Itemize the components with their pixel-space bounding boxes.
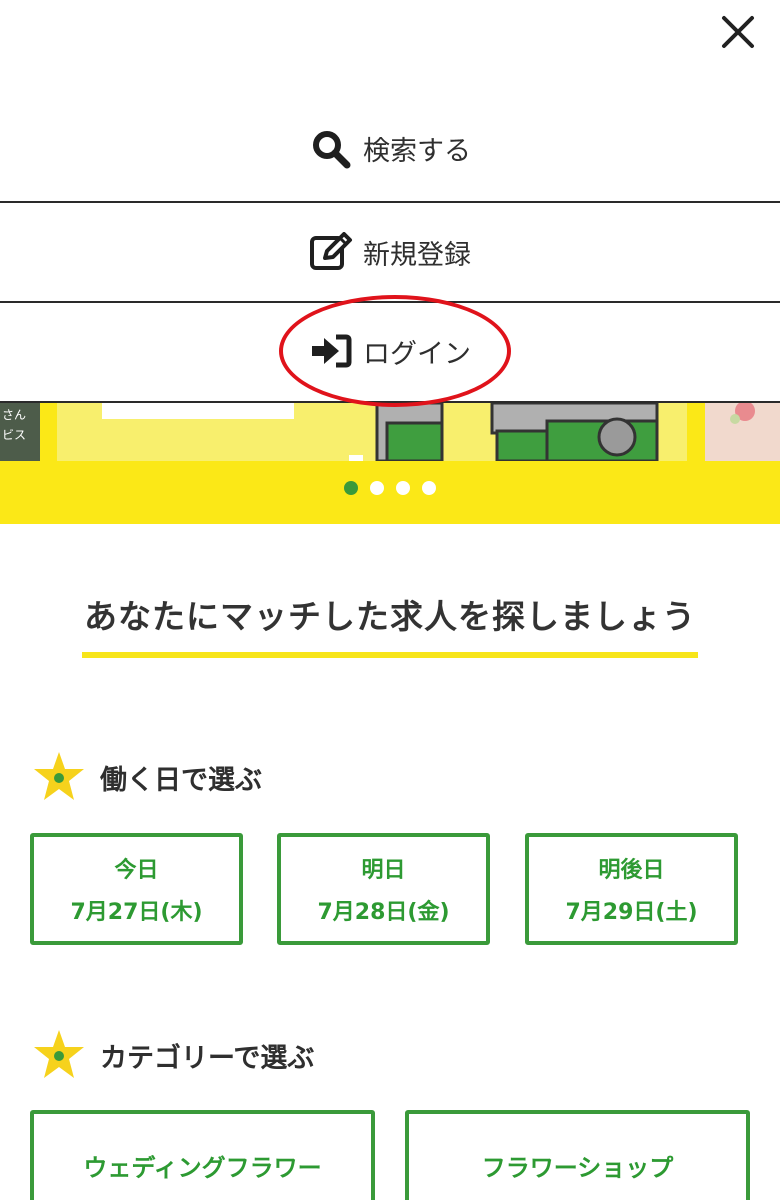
- login-menu-item[interactable]: ログイン: [0, 301, 780, 403]
- page-headline: あなたにマッチした求人を探しましょう: [0, 590, 780, 658]
- banner-prev-text: ビス: [2, 428, 27, 442]
- day-button-day-after-tomorrow[interactable]: 明後日 7月29日(土): [525, 833, 738, 945]
- day-button-today[interactable]: 今日 7月27日(木): [30, 833, 243, 945]
- day-section-title: 働く日で選ぶ: [100, 764, 262, 796]
- day-button-tomorrow[interactable]: 明日 7月28日(金): [277, 833, 490, 945]
- day-label: 明後日: [598, 858, 665, 883]
- register-menu-item[interactable]: 新規登録: [0, 201, 780, 303]
- carousel-dots: [0, 481, 780, 495]
- page: さん ビス 検索する 新規登録 ログイン あなたにマッチした求人を探しましょう …: [0, 0, 780, 1200]
- banner-illustration: [102, 403, 659, 461]
- register-menu-label: 新規登録: [363, 239, 471, 271]
- global-menu: 検索する 新規登録 ログイン: [0, 0, 780, 403]
- category-section-title: カテゴリーで選ぶ: [100, 1042, 315, 1074]
- close-button[interactable]: [718, 12, 758, 52]
- banner-slide-prev[interactable]: さん ビス: [0, 403, 40, 461]
- carousel-dot[interactable]: [422, 481, 436, 495]
- banner-slide-current[interactable]: [57, 403, 687, 461]
- category-button-flower-shop[interactable]: フラワーショップ: [405, 1110, 750, 1200]
- carousel-dot[interactable]: [396, 481, 410, 495]
- day-label: 今日: [114, 858, 159, 883]
- day-date: 7月29日(土): [565, 900, 698, 925]
- sign-in-icon: [309, 329, 353, 373]
- carousel-dot[interactable]: [370, 481, 384, 495]
- banner-slide-next[interactable]: [705, 403, 780, 461]
- search-menu-label: 検索する: [363, 136, 471, 167]
- flower-star-icon: [34, 1030, 84, 1078]
- day-date: 7月28日(金): [317, 900, 450, 925]
- edit-icon: [309, 230, 353, 274]
- day-label: 明日: [361, 858, 406, 883]
- category-label: フラワーショップ: [481, 1153, 674, 1182]
- search-icon: [309, 127, 353, 171]
- category-button-wedding-flower[interactable]: ウェディングフラワー: [30, 1110, 375, 1200]
- category-section-heading: カテゴリーで選ぶ: [32, 1028, 314, 1082]
- close-icon: [722, 16, 754, 48]
- day-date: 7月27日(木): [70, 900, 203, 925]
- login-menu-label: ログイン: [363, 338, 471, 370]
- flower-image: [730, 403, 755, 424]
- carousel-dot[interactable]: [344, 481, 358, 495]
- headline-text: あなたにマッチした求人を探しましょう: [82, 590, 698, 658]
- category-label: ウェディングフラワー: [83, 1153, 322, 1182]
- search-menu-item[interactable]: 検索する: [0, 98, 780, 199]
- day-section-heading: 働く日で選ぶ: [32, 750, 262, 804]
- flower-star-icon: [34, 752, 84, 800]
- hero-banner[interactable]: さん ビス: [0, 403, 780, 524]
- banner-prev-text: さん: [2, 408, 27, 422]
